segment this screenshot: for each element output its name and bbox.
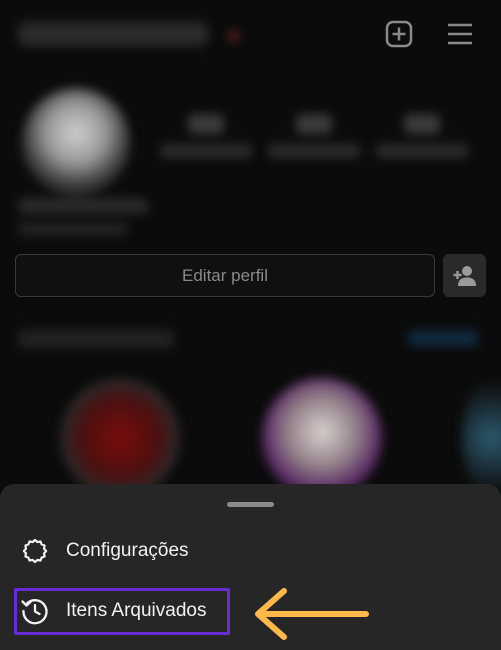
drag-handle[interactable] [227,502,274,507]
plus-square-icon [385,20,413,48]
edit-profile-button[interactable]: Editar perfil [15,254,435,297]
gear-icon [18,534,52,568]
menu-button[interactable] [445,19,475,49]
menu-item-label: Configurações [66,540,189,561]
notification-dot [228,30,240,42]
highlight-circle [262,378,382,498]
stat-following [376,114,468,158]
highlights-title-placeholder [18,330,174,348]
avatar [22,88,130,196]
add-user-icon [453,265,476,286]
left-arrow-icon [255,588,369,640]
highlight-circle [462,378,501,498]
hamburger-menu-icon [448,23,472,45]
profile-name-placeholder [18,198,148,214]
highlights-link-placeholder [408,330,478,346]
username-placeholder [18,22,208,46]
edit-profile-label: Editar perfil [182,265,268,285]
discover-people-button[interactable] [443,254,486,297]
profile-bio-placeholder [18,222,128,236]
stat-followers [268,114,360,158]
highlight-circle [60,378,180,498]
new-post-button[interactable] [384,19,414,49]
stat-posts [160,114,252,158]
menu-item-settings[interactable]: Configurações [16,529,436,573]
highlight-box [14,588,230,635]
